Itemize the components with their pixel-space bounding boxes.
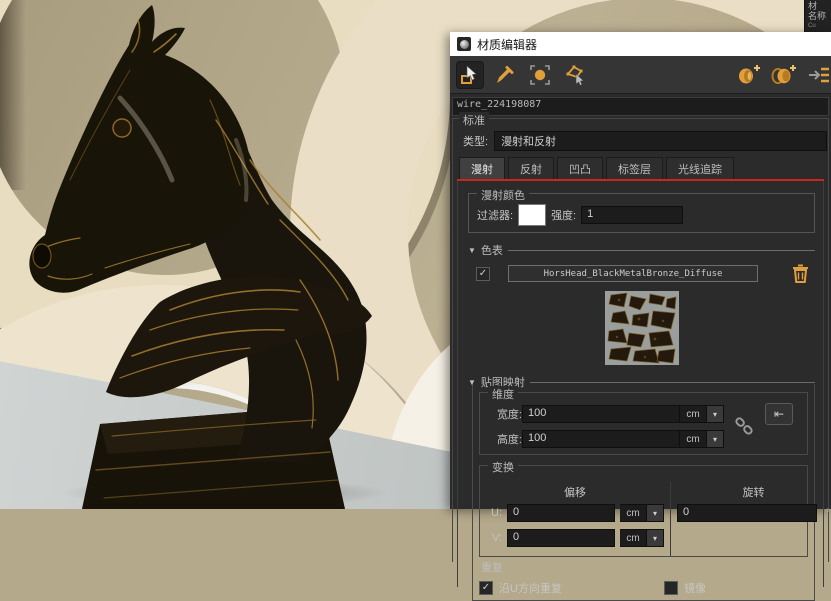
width-label: 宽度: (488, 406, 522, 422)
width-input[interactable]: 100 (522, 405, 680, 423)
u-unit-dropdown[interactable]: cm (620, 504, 647, 522)
apply-material-tool-button[interactable] (456, 61, 484, 89)
intensity-input[interactable]: 1 (581, 206, 683, 224)
delete-texture-trash-icon[interactable] (792, 264, 809, 283)
check-icon: ✓ (482, 583, 490, 593)
diffuse-color-group: 漫射颜色 过滤器: 强度: 1 (468, 193, 815, 233)
height-unit-dropdown[interactable]: cm (680, 430, 707, 448)
offset-header: 偏移 (486, 484, 664, 500)
select-shape-tool-button[interactable] (561, 61, 589, 89)
check-icon: ✓ (479, 269, 487, 279)
fragment-text: 名称 (808, 11, 831, 21)
reset-mapping-button[interactable]: ⇤ (765, 403, 793, 425)
chevron-down-icon[interactable]: ▾ (707, 430, 724, 448)
colormap-section-header: ▼ 色表 (468, 242, 815, 258)
arrow-link-icon (808, 64, 830, 86)
material-sphere-icon (457, 37, 471, 51)
tab-bump[interactable]: 凹凸 (557, 157, 603, 179)
mapping-frame: 维度 宽度: 100 cm ▾ (472, 384, 815, 601)
standard-group-label: 标准 (459, 112, 489, 128)
polygon-select-icon (564, 64, 586, 86)
repeat-u-checkbox[interactable]: ✓ (479, 581, 493, 595)
add-material-button[interactable] (735, 61, 763, 89)
offset-column: 偏移 U: 0 cm ▾ V: 0 (480, 482, 670, 556)
link-dimensions-icon[interactable] (733, 415, 755, 437)
mirror-option[interactable]: 镜像 (664, 580, 706, 596)
height-label: 高度: (488, 431, 522, 447)
rotation-input[interactable]: 0 (677, 504, 817, 522)
mirror-checkbox[interactable] (664, 581, 678, 595)
tab-diffuse[interactable]: 漫射 (459, 157, 505, 179)
diffuse-tab-page: 漫射颜色 过滤器: 强度: 1 ▼ 色表 ✓ HorsHead_BlackMet… (457, 181, 824, 587)
material-name-field[interactable]: wire_224198087 (452, 97, 829, 116)
chevron-down-icon[interactable]: ▾ (647, 504, 664, 522)
horse-head-sculpture[interactable] (0, 0, 460, 509)
offset-v-input[interactable]: 0 (507, 529, 615, 547)
cursor-apply-icon (460, 65, 480, 85)
tab-raytrace[interactable]: 光线追踪 (666, 157, 734, 179)
material-editor-window: 材质编辑器 (450, 32, 831, 509)
add-material-icon (737, 64, 761, 86)
height-input[interactable]: 100 (522, 430, 680, 448)
texture-thumbnail[interactable] (605, 291, 679, 365)
rotation-header: 旋转 (677, 484, 830, 500)
titlebar[interactable]: 材质编辑器 (450, 32, 831, 56)
repeat-u-option[interactable]: ✓ 沿U方向重复 (479, 580, 562, 596)
mirror-label: 镜像 (684, 580, 706, 596)
width-unit-dropdown[interactable]: cm (680, 405, 707, 423)
degree-symbol: ° (826, 508, 830, 519)
texture-row: ✓ HorsHead_BlackMetalBronze_Diffuse (468, 264, 815, 283)
collapse-arrow-icon[interactable]: ▼ (468, 378, 476, 387)
dimensions-group-label: 维度 (488, 386, 518, 402)
eyedropper-icon (495, 65, 515, 85)
texture-enabled-checkbox[interactable]: ✓ (476, 267, 490, 281)
tab-label-layer[interactable]: 标签层 (606, 157, 663, 179)
fragment-text: 材 (808, 1, 831, 11)
window-title: 材质编辑器 (477, 36, 537, 53)
toolbar (450, 56, 831, 94)
sculpture-nostril (33, 244, 51, 268)
reset-arrow-icon: ⇤ (774, 407, 784, 421)
chevron-down-icon[interactable]: ▾ (647, 529, 664, 547)
offset-u-input[interactable]: 0 (507, 504, 615, 522)
v-unit-dropdown[interactable]: cm (620, 529, 647, 547)
colormap-section-title: 色表 (481, 242, 503, 258)
intensity-label: 强度: (551, 207, 576, 223)
add-multi-material-icon (771, 64, 797, 86)
collapse-arrow-icon[interactable]: ▼ (468, 246, 476, 255)
tab-reflection[interactable]: 反射 (508, 157, 554, 179)
fragment-text: Cu (808, 21, 831, 31)
sculpture-eye (113, 119, 131, 137)
filter-label: 过滤器: (477, 207, 513, 223)
v-label: V: (486, 532, 502, 544)
standard-group: 标准 类型: 漫射和反射 漫射 反射 凹凸 标签层 光线追踪 漫射颜色 过滤器:… (452, 118, 829, 562)
repeat-group-label: 重复 (481, 559, 808, 575)
select-material-tool-button[interactable] (526, 61, 554, 89)
chevron-down-icon[interactable]: ▾ (707, 405, 724, 423)
texture-name-button[interactable]: HorsHead_BlackMetalBronze_Diffuse (508, 265, 758, 282)
tab-bar: 漫射 反射 凹凸 标签层 光线追踪 (459, 157, 824, 179)
transform-group-label: 变换 (488, 459, 518, 475)
background-panel-fragment: 材 名称 Cu (804, 0, 831, 33)
diffuse-color-group-label: 漫射颜色 (477, 187, 529, 203)
dimensions-group: 维度 宽度: 100 cm ▾ (479, 392, 808, 455)
repeat-group: 重复 ✓ 沿U方向重复 镜像 (479, 559, 808, 596)
type-label: 类型: (463, 133, 488, 149)
filter-color-swatch[interactable] (518, 204, 546, 226)
material-type-dropdown[interactable]: 漫射和反射 (494, 131, 827, 151)
rotation-column: 旋转 0 ° (670, 482, 831, 556)
transform-group: 变换 偏移 U: 0 cm ▾ (479, 465, 808, 557)
link-to-library-button[interactable] (805, 61, 831, 89)
select-material-icon (529, 64, 551, 86)
repeat-u-label: 沿U方向重复 (499, 580, 562, 596)
eyedropper-tool-button[interactable] (491, 61, 519, 89)
add-multi-material-button[interactable] (770, 61, 798, 89)
